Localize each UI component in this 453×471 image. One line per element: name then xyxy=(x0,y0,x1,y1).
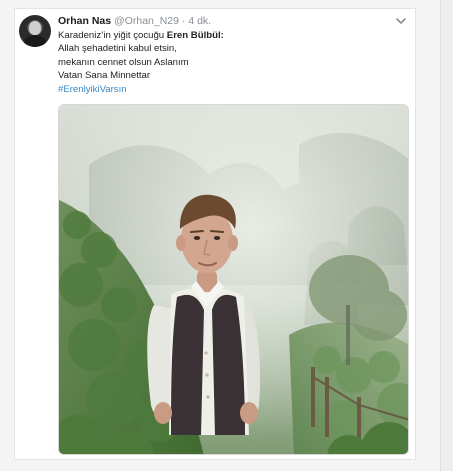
author-handle[interactable]: @Orhan_N29 xyxy=(114,15,179,27)
avatar[interactable] xyxy=(19,15,51,47)
separator-dot: · xyxy=(181,15,186,27)
text-line-1-bold: Eren Bülbül xyxy=(166,30,221,41)
window-scrollbar[interactable] xyxy=(440,0,453,471)
hashtag-link[interactable]: #ErenlyikiVarsın xyxy=(58,83,224,96)
text-line-2: Allah şehadetini kabul etsin, xyxy=(58,43,177,55)
timestamp[interactable]: 4 dk. xyxy=(188,15,211,27)
photo-illustration xyxy=(59,105,408,454)
text-line-4: Vatan Sana Minnettar xyxy=(58,70,151,82)
tweet-header: Orhan Nas @Orhan_N29 · 4 dk. xyxy=(58,15,211,28)
text-line-1-suffix: : xyxy=(220,30,224,41)
author-name[interactable]: Orhan Nas xyxy=(58,15,111,27)
text-line-3: mekanın cennet olsun Aslanım xyxy=(58,56,189,68)
tweet-card[interactable]: Orhan Nas @Orhan_N29 · 4 dk. Karadeniz’i… xyxy=(14,8,416,460)
tweet-photo[interactable] xyxy=(58,104,409,455)
text-line-1-prefix: Karadeniz’in yiğit çocuğu xyxy=(58,30,167,41)
tweet-text: Karadeniz’in yiğit çocuğu Eren Bülbül: A… xyxy=(58,29,224,96)
chevron-down-icon[interactable] xyxy=(395,15,407,27)
text-line-1: Karadeniz’in yiğit çocuğu Eren Bülbül: xyxy=(58,29,224,42)
